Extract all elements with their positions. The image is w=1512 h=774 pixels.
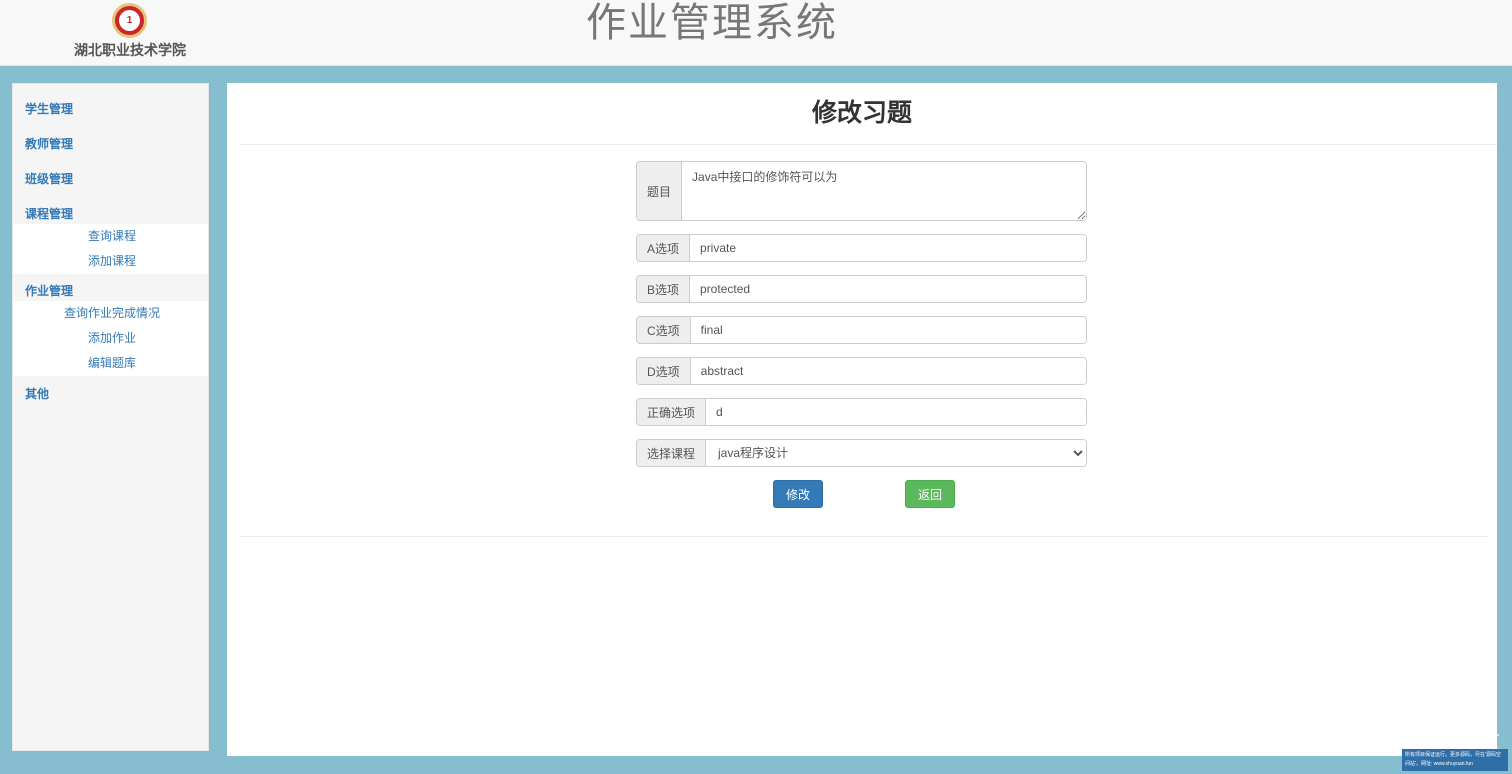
sidebar-item-teacher[interactable]: 教师管理	[13, 136, 208, 153]
divider-bottom	[239, 536, 1489, 537]
sidebar-item-student[interactable]: 学生管理	[13, 101, 208, 118]
sidebar: 学生管理 教师管理 班级管理 课程管理 查询课程 添加课程 作业管理 查询作业完…	[12, 83, 209, 751]
sidebar-item-other[interactable]: 其他	[13, 386, 208, 403]
page-title: 修改习题	[811, 99, 912, 127]
course-select[interactable]: java程序设计	[706, 440, 1086, 466]
divider-top	[239, 144, 1497, 145]
answer-input[interactable]	[706, 399, 1086, 425]
question-label: 题目	[637, 162, 683, 220]
sidebar-item-course[interactable]: 课程管理	[13, 206, 208, 223]
question-group: 题目 Java中接口的修饰符可以为	[636, 161, 1087, 221]
option-a-input[interactable]	[690, 235, 1086, 261]
homework-submenu: 查询作业完成情况 添加作业 编辑题库	[13, 301, 208, 376]
answer-group: 正确选项	[636, 398, 1087, 426]
back-button[interactable]: 返回	[905, 480, 956, 508]
option-c-label: C选项	[637, 317, 691, 343]
course-group: 选择课程 java程序设计	[636, 439, 1087, 467]
question-textarea[interactable]: Java中接口的修饰符可以为	[682, 162, 1086, 220]
answer-label: 正确选项	[637, 399, 707, 425]
option-d-label: D选项	[637, 358, 691, 384]
watermark-box: 所有项目保证运行。更多源码，尽在'源码空间站'。网址: www.shuyuan.…	[1402, 749, 1508, 771]
edit-question-form: 题目 Java中接口的修饰符可以为 A选项 B选项 C选项 D选项 正确选项 选…	[636, 161, 1087, 480]
option-a-group: A选项	[636, 234, 1087, 262]
option-a-label: A选项	[637, 235, 691, 261]
option-b-label: B选项	[637, 276, 691, 302]
option-b-input[interactable]	[690, 276, 1086, 302]
app-title: 作业管理系统	[586, 1, 838, 45]
option-c-input[interactable]	[690, 317, 1086, 343]
course-submenu: 查询课程 添加课程	[13, 224, 208, 274]
sidebar-subitem-add-homework[interactable]: 添加作业	[13, 326, 208, 351]
top-header: 1 湖北职业技术学院 作业管理系统	[0, 0, 1512, 66]
sidebar-subitem-query-homework-status[interactable]: 查询作业完成情况	[13, 301, 208, 326]
sidebar-subitem-query-course[interactable]: 查询课程	[13, 224, 208, 249]
sidebar-item-class[interactable]: 班级管理	[13, 171, 208, 188]
option-d-input[interactable]	[690, 358, 1086, 384]
option-c-group: C选项	[636, 316, 1087, 344]
sidebar-item-homework[interactable]: 作业管理	[13, 283, 208, 300]
option-b-group: B选项	[636, 275, 1087, 303]
main-panel: 修改习题 题目 Java中接口的修饰符可以为 A选项 B选项 C选项 D选项 正…	[227, 83, 1497, 756]
sidebar-subitem-add-course[interactable]: 添加课程	[13, 249, 208, 274]
option-d-group: D选项	[636, 357, 1087, 385]
submit-button[interactable]: 修改	[773, 480, 824, 508]
form-actions: 修改 返回	[773, 480, 1173, 508]
course-label: 选择课程	[637, 440, 707, 466]
sidebar-subitem-edit-question-bank[interactable]: 编辑题库	[13, 351, 208, 376]
